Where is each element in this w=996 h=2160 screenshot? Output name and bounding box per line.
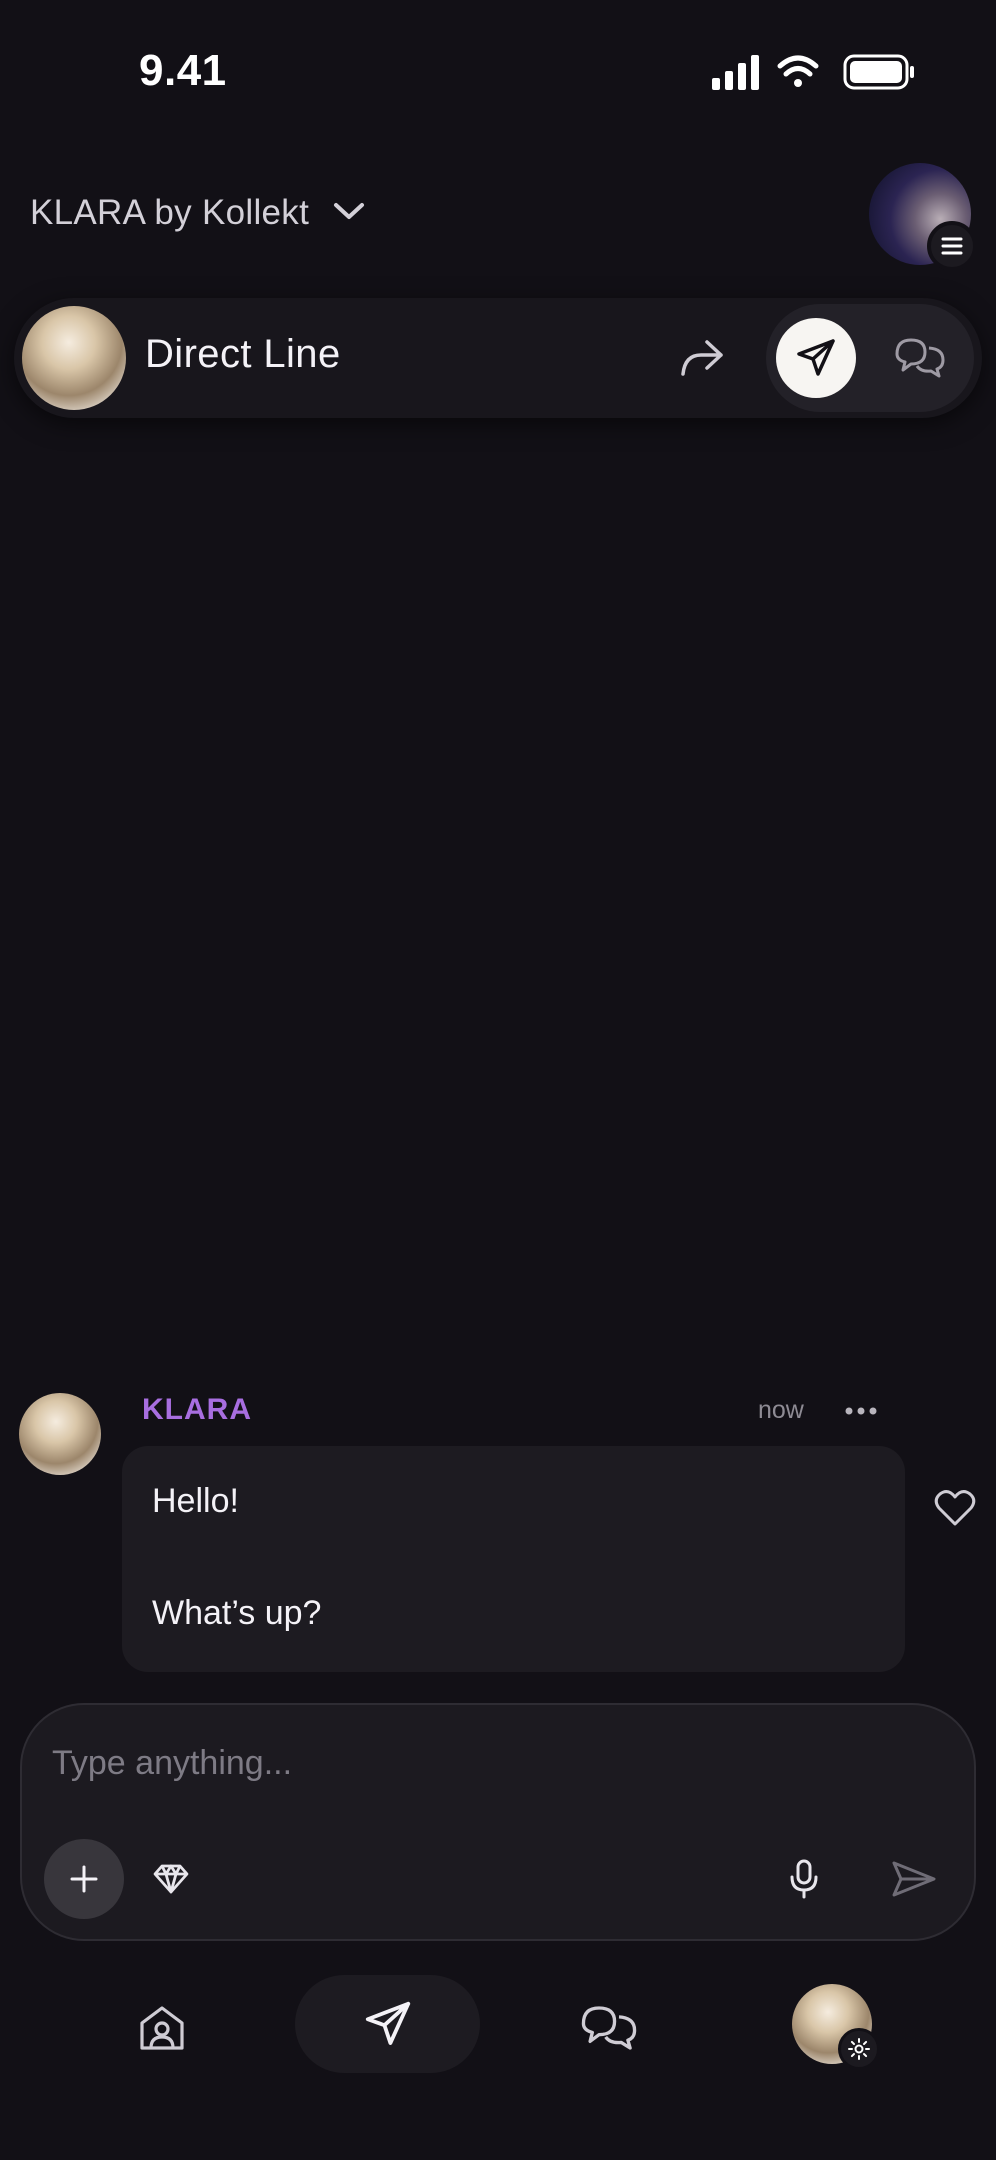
wifi-icon [777,55,819,87]
microphone-icon [790,1859,818,1899]
like-button[interactable] [932,1486,978,1530]
message-time: now [758,1396,804,1424]
home-icon [140,2006,184,2050]
diamond-icon [153,1864,189,1894]
nav-profile-settings[interactable] [792,1984,880,2070]
paper-plane-icon [797,339,835,376]
signal-icon [712,55,759,90]
share-button[interactable] [676,332,728,384]
chat-bubbles-icon [581,2006,637,2050]
channel-title: Direct Line [145,332,341,376]
mode-toggle [766,304,974,412]
app-title: KLARA by Kollekt [30,193,310,232]
heart-icon [934,1490,976,1526]
message-avatar[interactable] [19,1393,101,1475]
message-text: What’s up? [152,1594,322,1632]
gem-button[interactable] [152,1861,190,1897]
plus-icon [70,1865,98,1893]
channel-avatar[interactable] [22,306,126,410]
battery-icon [843,54,914,90]
microphone-button[interactable] [784,1858,824,1900]
more-icon [845,1407,877,1415]
nav-direct[interactable] [295,1975,480,2073]
paper-plane-icon [365,2001,410,2045]
message-input[interactable] [52,1733,912,1793]
mode-direct-button[interactable] [776,318,856,398]
send-icon [892,1861,936,1897]
mode-chat-button[interactable] [892,334,948,382]
chevron-down-icon [333,201,365,226]
send-button[interactable] [890,1858,938,1900]
menu-icon [927,221,977,271]
add-attachment-button[interactable] [44,1839,124,1919]
nav-chats[interactable] [578,2002,640,2054]
status-icons [712,52,917,92]
message-text: Hello! [152,1482,239,1520]
message-bubble: Hello! What’s up? [122,1446,905,1672]
status-time: 9.41 [139,46,227,95]
app-switcher[interactable]: KLARA by Kollekt [30,188,365,238]
share-icon [681,340,723,376]
profile-menu-button[interactable] [869,163,977,271]
message-more-button[interactable] [841,1396,881,1426]
chat-bubbles-icon [895,338,945,378]
channel-bar: Direct Line [14,298,982,418]
gear-icon [838,2028,880,2070]
message-sender: KLARA [142,1393,252,1426]
composer [20,1703,976,1941]
nav-home[interactable] [136,2003,188,2053]
